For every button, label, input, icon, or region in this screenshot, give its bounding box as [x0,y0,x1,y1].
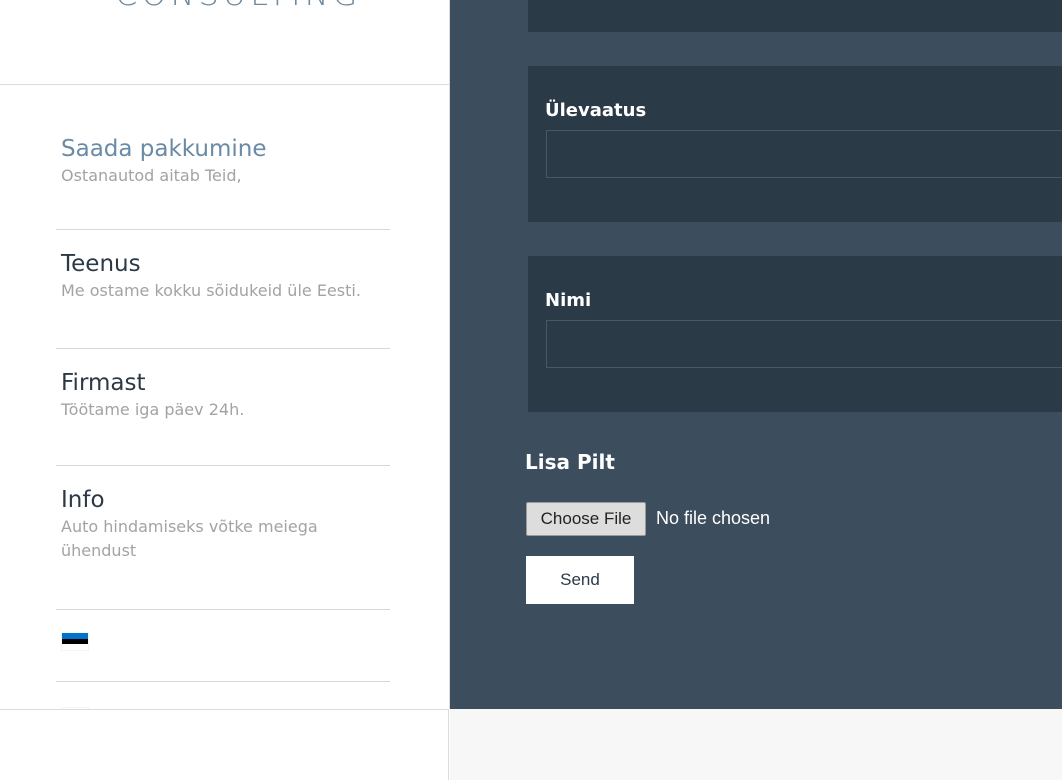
form-panel: Ülevaatus Nimi Lisa Pilt Choose File No … [450,0,1062,709]
form-card-previous [528,0,1062,32]
sidebar-item-info[interactable]: Info Auto hindamiseks võtke meiega ühend… [56,485,390,610]
ulevaatus-label: Ülevaatus [545,100,647,121]
sidebar-item-subtitle: Auto hindamiseks võtke meiega ühendust [61,517,318,560]
footer-left [0,709,449,780]
sidebar-divider [0,84,449,85]
sidebar-item-saada-pakkumine[interactable]: Saada pakkumine Ostanautod aitab Teid, [56,134,390,230]
sidebar-item-subtitle: Me ostame kokku sõidukeid üle Eesti. [61,281,361,300]
sidebar-nav: Saada pakkumine Ostanautod aitab Teid, T… [56,120,390,755]
nimi-label: Nimi [545,290,592,311]
language-option-et[interactable] [56,610,390,682]
upload-label: Lisa Pilt [525,450,615,474]
sidebar-item-title[interactable]: Firmast [56,368,390,398]
sidebar-item-firmast[interactable]: Firmast Töötame iga päev 24h. [56,368,390,466]
sidebar-item-subtitle: Töötame iga päev 24h. [61,400,245,419]
file-status: No file chosen [656,508,771,528]
logo[interactable]: CONSULTING [115,0,361,10]
page: CONSULTING Saada pakkumine Ostanautod ai… [0,0,1062,780]
sidebar: CONSULTING Saada pakkumine Ostanautod ai… [0,0,450,755]
send-button[interactable]: Send [526,556,634,604]
choose-file-button[interactable]: Choose File [526,502,646,536]
ulevaatus-input[interactable] [546,130,1062,178]
sidebar-item-teenus[interactable]: Teenus Me ostame kokku sõidukeid üle Ees… [56,249,390,349]
sidebar-item-title[interactable]: Teenus [56,249,390,279]
sidebar-item-subtitle: Ostanautod aitab Teid, [61,166,242,185]
estonia-flag-icon[interactable] [62,633,88,650]
sidebar-item-title[interactable]: Saada pakkumine [56,134,390,164]
nimi-input[interactable] [546,320,1062,368]
footer-right [450,709,1062,780]
form-card-ulevaatus: Ülevaatus [528,66,1062,222]
sidebar-item-title[interactable]: Info [56,485,390,515]
form-card-nimi: Nimi [528,256,1062,412]
